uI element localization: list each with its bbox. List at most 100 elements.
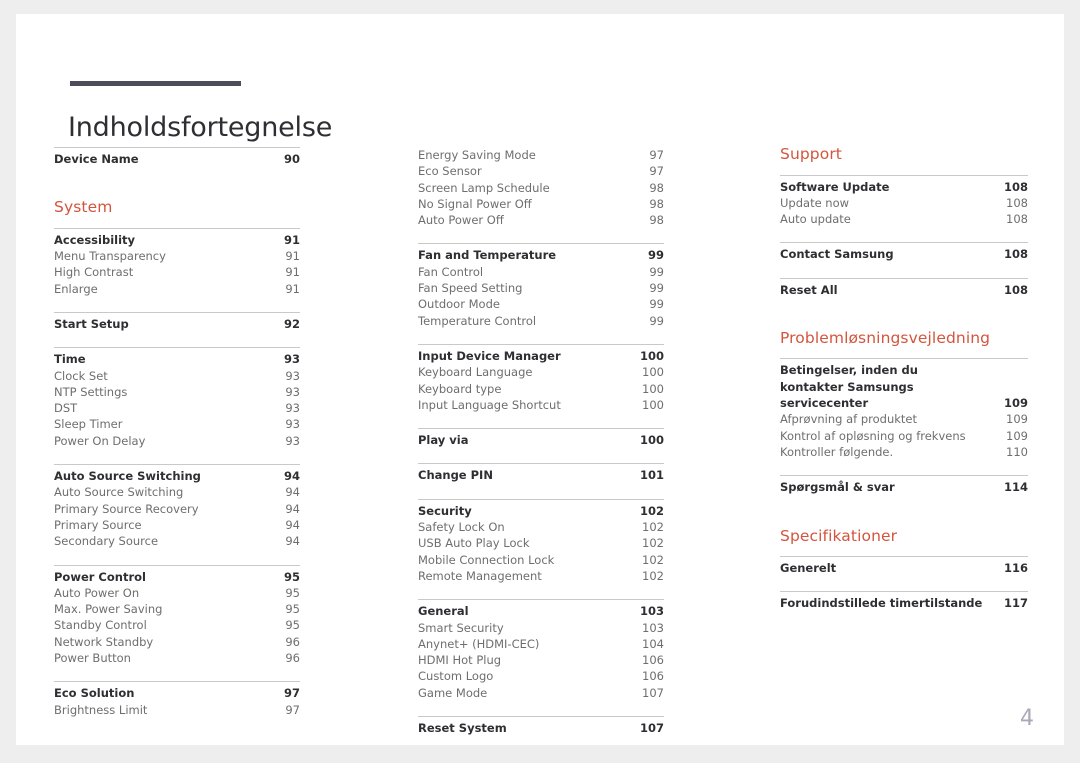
toc-entry[interactable]: Auto Source Switching 94: [54, 484, 300, 500]
toc-entry-label: Spørgsmål & svar: [780, 480, 895, 495]
toc-entry[interactable]: Kontroller følgende. 110: [780, 444, 1028, 460]
toc-entry[interactable]: Enlarge 91: [54, 281, 300, 297]
toc-group: Device Name 90: [54, 147, 300, 170]
toc-group: Fan and Temperature 99 Fan Control 99 Fan Sp…: [418, 243, 664, 331]
toc-entry-label: Fan Control: [418, 264, 484, 279]
toc-entry[interactable]: Power On Delay 93: [54, 433, 300, 449]
toc-entry[interactable]: Input Device Manager 100: [418, 348, 664, 364]
toc-group: Energy Saving Mode 97 Eco Sensor 97 Screen L…: [418, 147, 664, 231]
toc-entry-page-number: 94: [285, 517, 300, 532]
toc-entry[interactable]: Safety Lock On 102: [418, 519, 664, 535]
toc-entry[interactable]: Keyboard type 100: [418, 381, 664, 397]
toc-entry[interactable]: Clock Set 93: [54, 368, 300, 384]
toc-entry-label: Reset System: [418, 721, 507, 736]
toc-entry[interactable]: Fan Control 99: [418, 264, 664, 280]
toc-entry[interactable]: Screen Lamp Schedule 98: [418, 180, 664, 196]
toc-column-2: Energy Saving Mode 97 Eco Sensor 97 Screen L…: [418, 147, 664, 739]
toc-entry[interactable]: Device Name 90: [54, 151, 300, 167]
toc-entry[interactable]: Energy Saving Mode 97: [418, 147, 664, 163]
toc-entry-page-number: 99: [649, 281, 664, 296]
toc-entry[interactable]: Time 93: [54, 351, 300, 367]
toc-entry-label: Standby Control: [54, 618, 147, 633]
toc-entry[interactable]: Max. Power Saving 95: [54, 601, 300, 617]
toc-group: Time 93 Clock Set 93 NTP Settings 93 DST 93 Slee…: [54, 347, 300, 452]
toc-entry[interactable]: Smart Security 103: [418, 620, 664, 636]
toc-entry[interactable]: Contact Samsung 108: [780, 246, 1028, 262]
toc-entry[interactable]: Remote Management 102: [418, 568, 664, 584]
toc-entry-page-number: 97: [285, 702, 300, 717]
toc-entry[interactable]: Fan Speed Setting 99: [418, 280, 664, 296]
toc-entry-label: DST: [54, 401, 78, 416]
toc-entry-page-number: 95: [285, 585, 300, 600]
toc-entry[interactable]: Forudindstillede timertilstande 117: [780, 595, 1028, 611]
toc-entry[interactable]: Betingelser, inden du kontakter Samsungs…: [780, 362, 1028, 411]
toc-entry[interactable]: Afprøvning af produktet 109: [780, 411, 1028, 427]
toc-entry[interactable]: Secondary Source 94: [54, 533, 300, 549]
toc-entry[interactable]: Anynet+ (HDMI-CEC) 104: [418, 636, 664, 652]
toc-entry[interactable]: Reset All 108: [780, 282, 1028, 298]
toc-entry-page-number: 97: [283, 686, 300, 701]
toc-entry[interactable]: Software Update 108: [780, 179, 1028, 195]
toc-group: Power Control 95 Auto Power On 95 Max. Power…: [54, 564, 300, 670]
toc-entry[interactable]: Start Setup 92: [54, 316, 300, 332]
toc-entry-label: Update now: [780, 195, 850, 210]
toc-entry[interactable]: General 103: [418, 603, 664, 619]
toc-entry[interactable]: Security 102: [418, 503, 664, 519]
toc-entry[interactable]: Primary Source Recovery 94: [54, 501, 300, 517]
toc-entry[interactable]: Network Standby 96: [54, 634, 300, 650]
toc-entry[interactable]: NTP Settings 93: [54, 384, 300, 400]
toc-entry[interactable]: Auto Power Off 98: [418, 212, 664, 228]
toc-entry[interactable]: Game Mode 107: [418, 685, 664, 701]
toc-entry[interactable]: Update now 108: [780, 195, 1028, 211]
toc-entry-label: Primary Source: [54, 517, 142, 532]
toc-entry[interactable]: Menu Transparency 91: [54, 248, 300, 264]
toc-entry-page-number: 93: [283, 352, 300, 367]
toc-entry[interactable]: Power Control 95: [54, 569, 300, 585]
toc-entry[interactable]: Primary Source 94: [54, 517, 300, 533]
toc-entry[interactable]: Power Button 96: [54, 650, 300, 666]
toc-entry[interactable]: USB Auto Play Lock 102: [418, 535, 664, 551]
toc-entry[interactable]: Auto update 108: [780, 211, 1028, 227]
toc-entry[interactable]: Change PIN 101: [418, 467, 664, 483]
toc-entry[interactable]: Eco Solution 97: [54, 685, 300, 701]
toc-entry-label: Auto Power Off: [418, 213, 504, 228]
toc-entry[interactable]: Play via 100: [418, 432, 664, 448]
toc-entry[interactable]: Spørgsmål & svar 114: [780, 479, 1028, 495]
toc-entry[interactable]: Standby Control 95: [54, 617, 300, 633]
toc-entry-page-number: 94: [285, 501, 300, 516]
toc-entry[interactable]: Auto Power On 95: [54, 585, 300, 601]
toc-entry[interactable]: No Signal Power Off 98: [418, 196, 664, 212]
toc-entry-page-number: 110: [1006, 444, 1028, 459]
toc-entry[interactable]: DST 93: [54, 400, 300, 416]
toc-entry[interactable]: Accessibility 91: [54, 232, 300, 248]
toc-entry[interactable]: HDMI Hot Plug 106: [418, 652, 664, 668]
toc-column-1: Device Name 90 System Accessibility 91 Menu T…: [54, 147, 300, 721]
toc-entry[interactable]: Temperature Control 99: [418, 313, 664, 329]
toc-entry-page-number: 90: [283, 152, 300, 166]
toc-entry[interactable]: Generelt 116: [780, 560, 1028, 576]
toc-entry[interactable]: Custom Logo 106: [418, 668, 664, 684]
toc-entry[interactable]: Outdoor Mode 99: [418, 296, 664, 312]
toc-entry-label: Custom Logo: [418, 669, 494, 684]
toc-entry[interactable]: Kontrol af opløsning og frekvens 109: [780, 428, 1028, 444]
toc-entry[interactable]: Mobile Connection Lock 102: [418, 552, 664, 568]
toc-entry[interactable]: Keyboard Language 100: [418, 364, 664, 380]
toc-entry[interactable]: Reset System 107: [418, 720, 664, 736]
toc-entry[interactable]: Sleep Timer 93: [54, 416, 300, 432]
toc-entry-page-number: 93: [285, 384, 300, 399]
toc-entry-page-number: 103: [642, 620, 664, 635]
toc-entry[interactable]: Eco Sensor 97: [418, 163, 664, 179]
toc-entry[interactable]: Brightness Limit 97: [54, 702, 300, 718]
toc-entry[interactable]: Auto Source Switching 94: [54, 468, 300, 484]
toc-entry-label: General: [418, 604, 469, 619]
toc-entry-label: Betingelser, inden du kontakter Samsungs…: [780, 363, 918, 411]
toc-entry[interactable]: Input Language Shortcut 100: [418, 397, 664, 413]
toc-entry[interactable]: Fan and Temperature 99: [418, 247, 664, 263]
toc-entry[interactable]: High Contrast 91: [54, 264, 300, 280]
toc-entry-page-number: 91: [285, 249, 300, 264]
toc-entry-label: Network Standby: [54, 634, 154, 649]
